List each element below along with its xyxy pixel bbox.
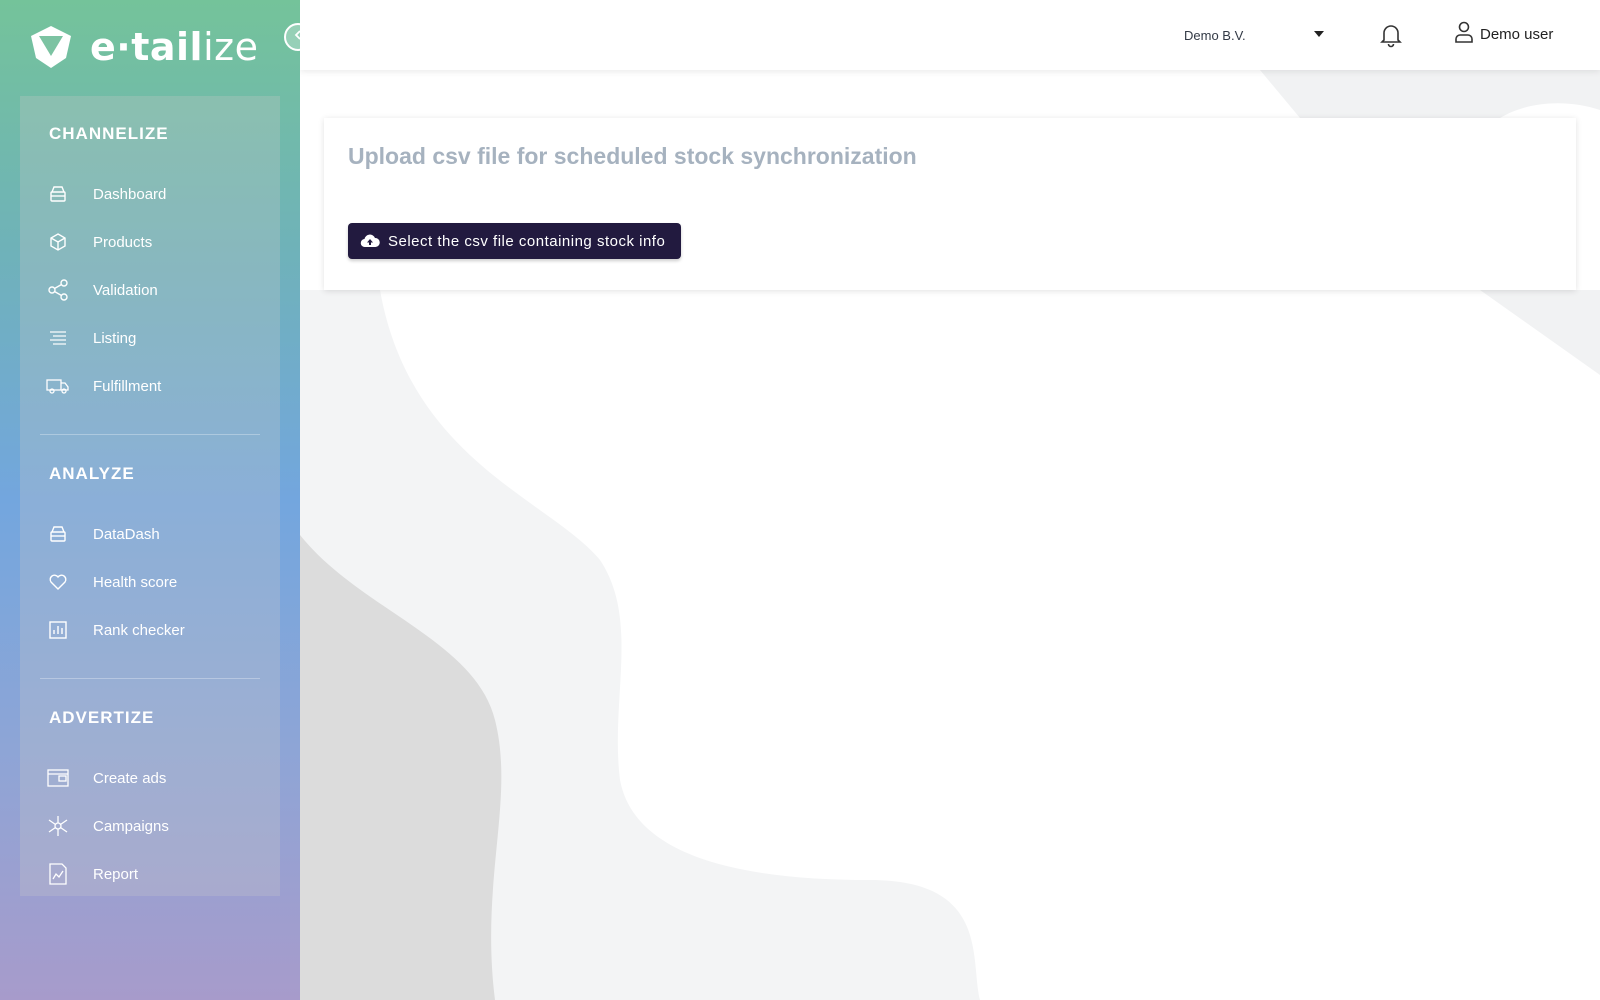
caret-down-icon bbox=[1314, 31, 1324, 37]
brand-logo[interactable]: e·tailize bbox=[26, 22, 258, 72]
box-icon bbox=[46, 230, 70, 254]
list-icon bbox=[46, 326, 70, 350]
sidebar-divider bbox=[40, 678, 260, 679]
section-title-advertize: ADVERTIZE bbox=[49, 708, 155, 727]
sidebar-item-listing[interactable]: Listing bbox=[46, 322, 266, 354]
notifications-button[interactable] bbox=[1378, 22, 1404, 48]
brand-name: e·tailize bbox=[90, 25, 259, 69]
sidebar-item-campaigns[interactable]: Campaigns bbox=[46, 810, 266, 842]
section-title-channelize: CHANNELIZE bbox=[49, 124, 169, 143]
upload-csv-button[interactable]: Select the csv file containing stock inf… bbox=[348, 223, 682, 259]
user-icon bbox=[1454, 21, 1474, 47]
report-icon bbox=[46, 862, 70, 886]
main-area: Demo B.V. Demo user Upload csv file for … bbox=[300, 0, 1600, 1000]
sidebar-item-datadash[interactable]: DataDash bbox=[46, 518, 266, 550]
bar-chart-icon bbox=[46, 618, 70, 642]
truck-icon bbox=[46, 374, 70, 398]
chevron-left-icon bbox=[292, 28, 304, 46]
network-icon bbox=[46, 814, 70, 838]
sidebar-item-rank-checker[interactable]: Rank checker bbox=[46, 614, 266, 646]
ads-icon bbox=[46, 766, 70, 790]
company-select[interactable]: Demo B.V. bbox=[1184, 22, 1324, 48]
sidebar-item-validation[interactable]: Validation bbox=[46, 274, 266, 306]
sidebar-item-report[interactable]: Report bbox=[46, 858, 266, 890]
heart-icon bbox=[46, 570, 70, 594]
user-menu[interactable]: Demo user bbox=[1454, 20, 1553, 48]
sidebar-divider bbox=[40, 434, 260, 435]
sidebar-collapse-button[interactable] bbox=[284, 23, 312, 51]
cloud-upload-icon bbox=[360, 231, 380, 251]
sidebar-item-health-score[interactable]: Health score bbox=[46, 566, 266, 598]
dashboard-icon bbox=[46, 522, 70, 546]
sidebar-item-products[interactable]: Products bbox=[46, 226, 266, 258]
user-name: Demo user bbox=[1480, 25, 1554, 43]
section-title-analyze: ANALYZE bbox=[49, 464, 135, 483]
top-bar: Demo B.V. Demo user bbox=[300, 0, 1600, 70]
upload-csv-button-label: Select the csv file containing stock inf… bbox=[388, 232, 666, 250]
sidebar-item-dashboard[interactable]: Dashboard bbox=[46, 178, 266, 210]
company-select-value: Demo B.V. bbox=[1184, 27, 1246, 43]
sidebar-item-fulfillment[interactable]: Fulfillment bbox=[46, 370, 266, 402]
bell-icon bbox=[1378, 25, 1404, 52]
nav-panel: CHANNELIZE Dashboard Products Validation… bbox=[20, 96, 280, 896]
page-title: Upload csv file for scheduled stock sync… bbox=[348, 143, 917, 169]
dashboard-icon bbox=[46, 182, 70, 206]
share-nodes-icon bbox=[46, 278, 70, 302]
sidebar-item-create-ads[interactable]: Create ads bbox=[46, 762, 266, 794]
etailize-logo-icon bbox=[26, 24, 76, 70]
sidebar: e·tailize CHANNELIZE Dashboard Products … bbox=[0, 0, 300, 1000]
upload-card: Upload csv file for scheduled stock sync… bbox=[324, 118, 1576, 290]
